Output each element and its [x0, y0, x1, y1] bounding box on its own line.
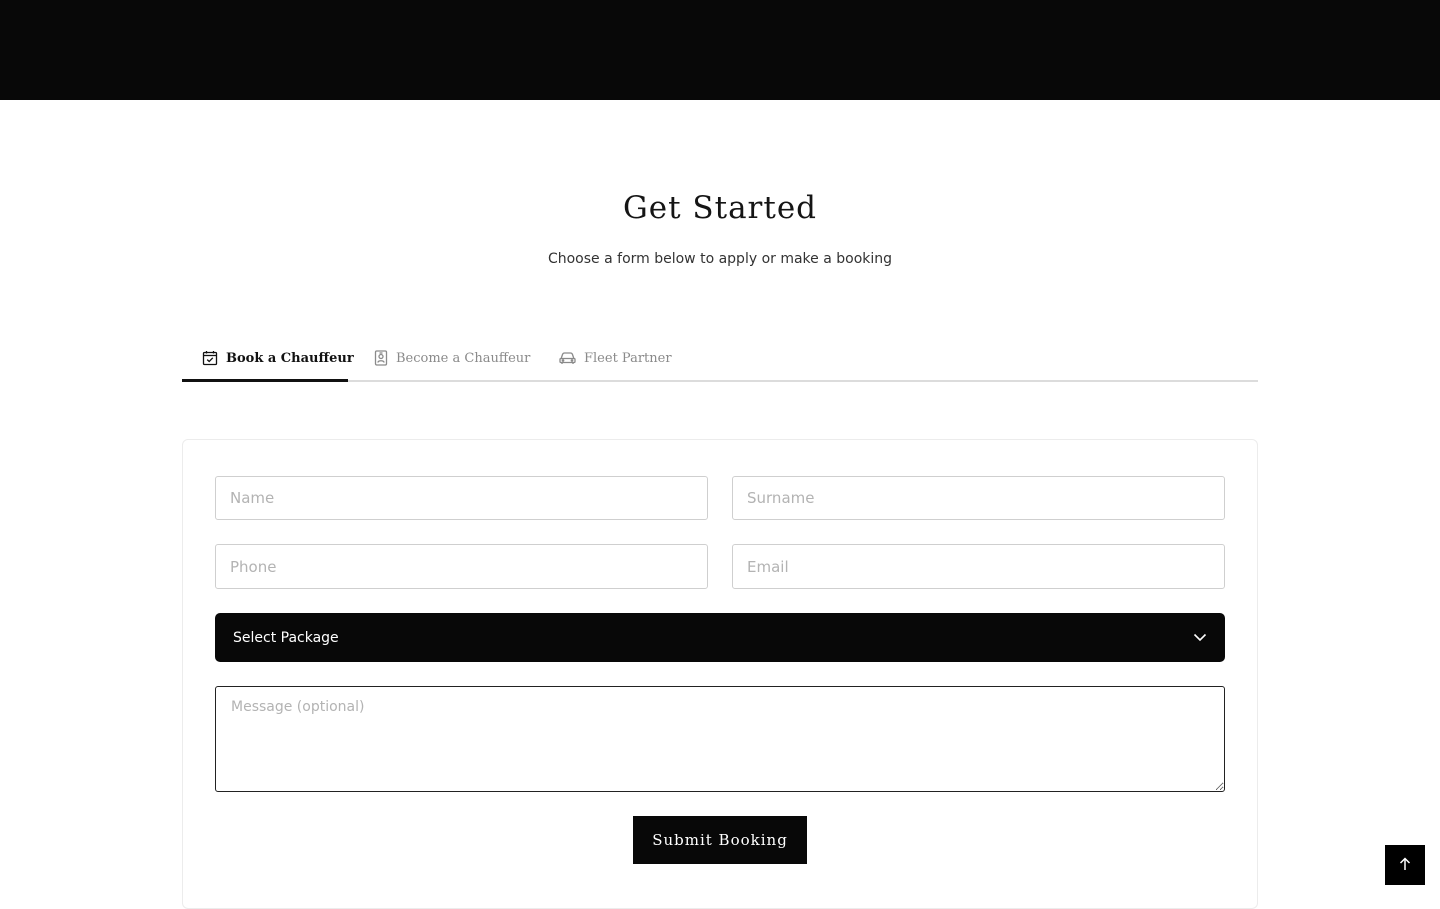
tab-book-a-chauffeur[interactable]: Book a Chauffeur: [202, 334, 354, 382]
package-select[interactable]: Select Package: [215, 613, 1225, 662]
name-input[interactable]: [215, 476, 708, 520]
surname-input[interactable]: [732, 476, 1225, 520]
tab-become-a-chauffeur[interactable]: Become a Chauffeur: [374, 334, 530, 382]
submit-booking-button[interactable]: Submit Booking: [633, 816, 807, 864]
message-textarea[interactable]: [215, 686, 1225, 792]
phone-input[interactable]: [215, 544, 708, 589]
arrow-up-icon: [1399, 856, 1411, 875]
page-title: Get Started: [622, 190, 818, 226]
scroll-to-top-button[interactable]: [1385, 845, 1425, 885]
chevron-down-icon: [1193, 630, 1207, 646]
active-tab-indicator: [182, 379, 348, 382]
car-icon: [559, 351, 576, 365]
form-tabs: Book a Chauffeur Become a Chauffeur Flee…: [182, 334, 1258, 382]
tab-label: Fleet Partner: [584, 350, 672, 366]
page-subtitle: Choose a form below to apply or make a b…: [547, 251, 893, 267]
tab-label: Book a Chauffeur: [226, 350, 354, 366]
email-input[interactable]: [732, 544, 1225, 589]
id-badge-icon: [374, 350, 388, 366]
tab-fleet-partner[interactable]: Fleet Partner: [559, 334, 672, 382]
package-select-value: Select Package: [233, 629, 339, 646]
top-navigation-bar: [0, 0, 1440, 100]
tab-label: Become a Chauffeur: [396, 350, 531, 366]
calendar-check-icon: [202, 350, 218, 366]
